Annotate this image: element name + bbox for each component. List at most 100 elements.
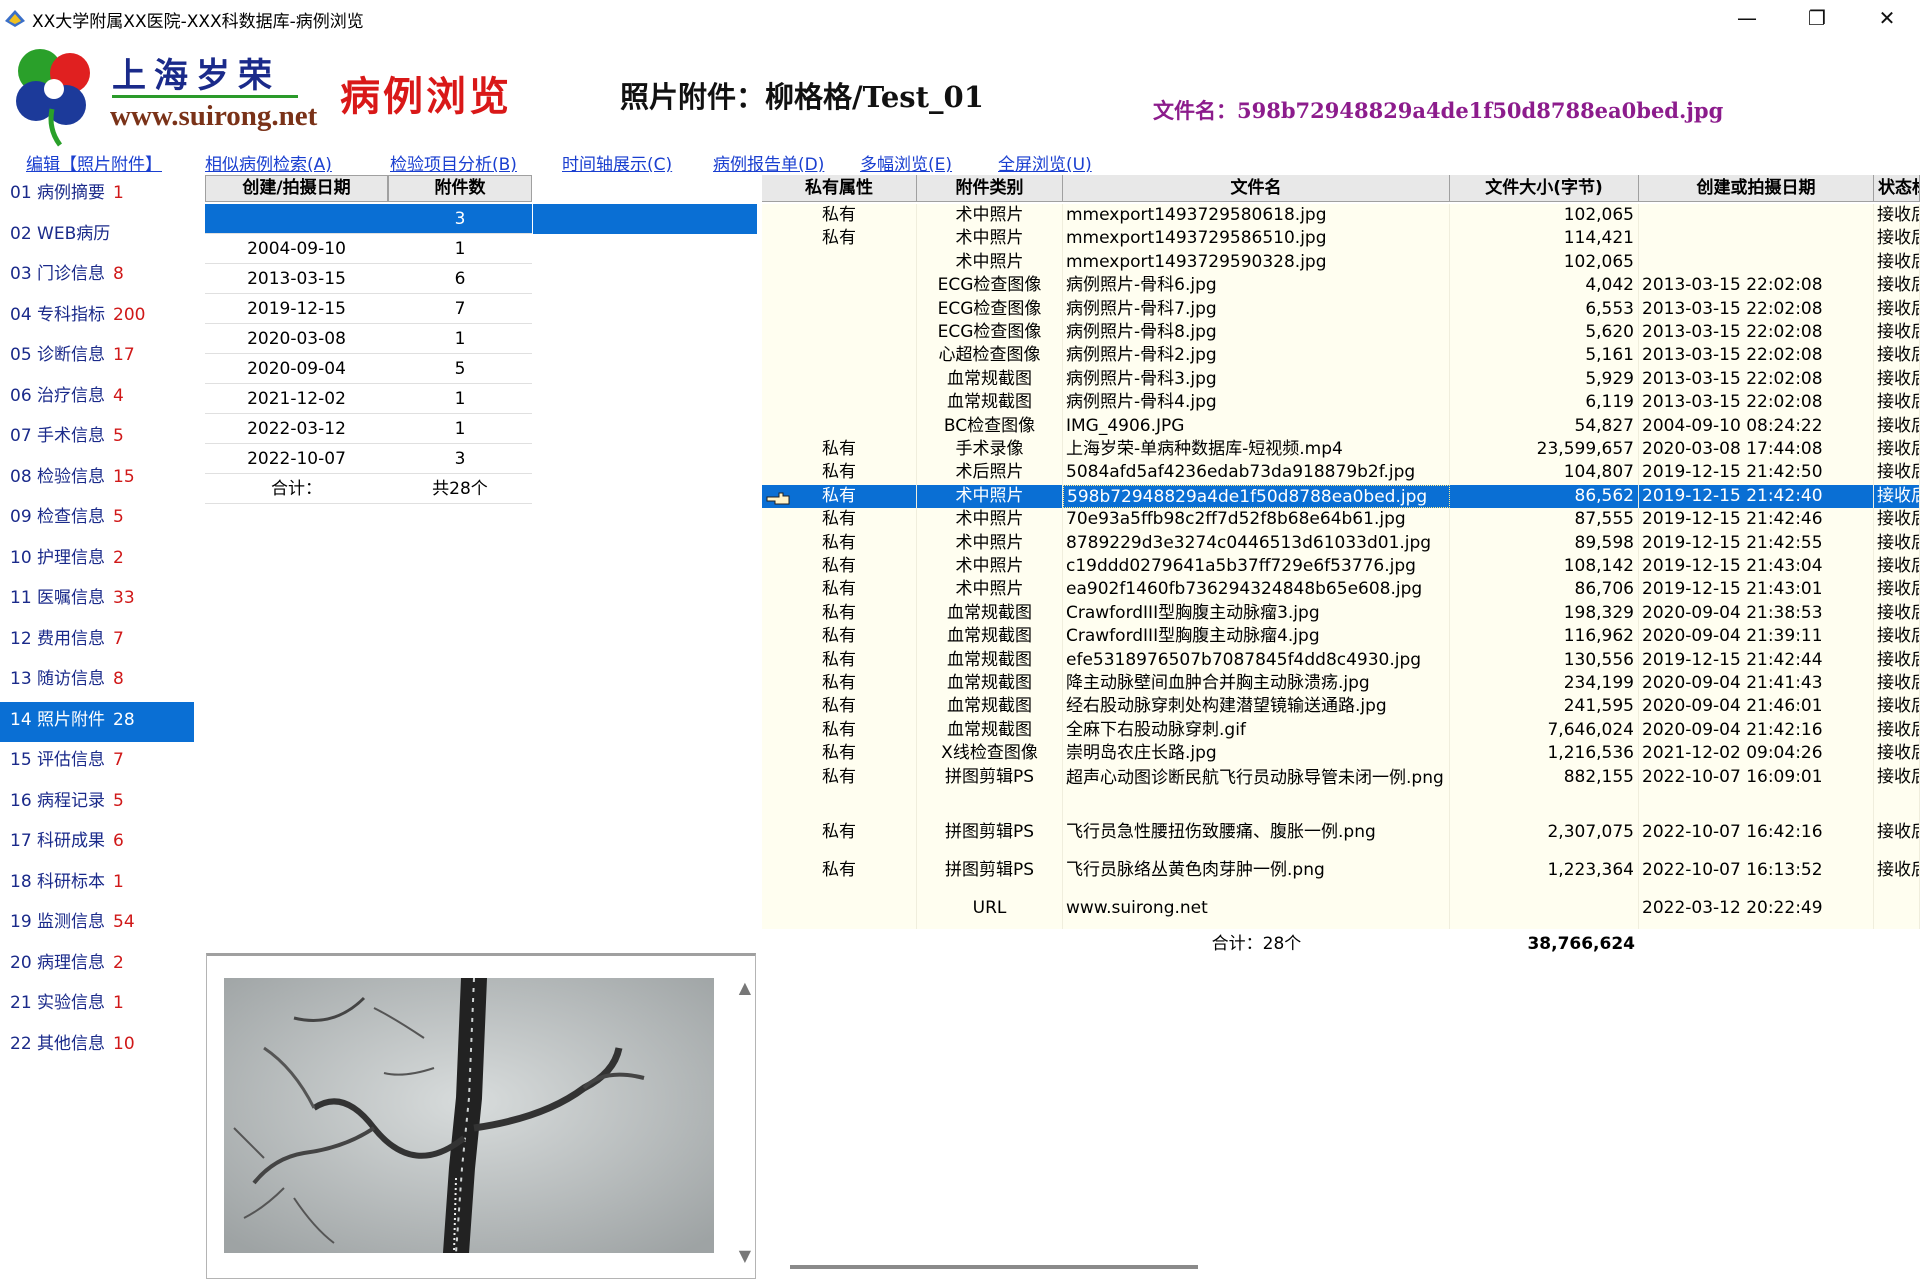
type-cell: ECG检查图像 (917, 274, 1063, 298)
sidebar-item[interactable]: 14 照片附件 28 (0, 701, 194, 742)
private-cell: 私有 (762, 578, 917, 602)
table-row[interactable]: 私有 术中照片 ea902f1460fb736294324848b65e608.jp… (762, 578, 1920, 602)
sidebar-item[interactable]: 12 费用信息 7 (0, 621, 194, 661)
column-header-type[interactable]: 附件类别 (917, 175, 1063, 202)
sidebar-item[interactable]: 18 科研标本 1 (0, 864, 194, 904)
table-row[interactable]: BC检查图像 IMG_4906.JPG 54,827 2004-09-10 08:24… (762, 414, 1920, 438)
sidebar-item[interactable]: 16 病程记录 5 (0, 783, 194, 823)
table-row[interactable]: 2013-03-15 6 (205, 264, 532, 294)
sidebar-item[interactable]: 20 病理信息 2 (0, 945, 194, 985)
date-cell: 2013-03-15 22:02:08 (1639, 391, 1874, 415)
table-row[interactable]: 2019-12-15 7 (205, 294, 532, 324)
maximize-button[interactable]: ❐ (1782, 0, 1852, 36)
filename-cell: 病例照片-骨科3.jpg (1063, 367, 1450, 392)
sidebar-item[interactable]: 21 实验信息 1 (0, 985, 194, 1025)
menu-multi-view[interactable]: 多幅浏览(E) (860, 150, 952, 175)
menu-similar-case-search[interactable]: 相似病例检索(A) (205, 150, 332, 175)
table-row[interactable]: 私有 术中照片 8789229d3e3274c0446513d61033d01.jp… (762, 531, 1920, 555)
table-row[interactable]: 2021-12-02 1 (205, 384, 532, 414)
table-row[interactable]: 2020-03-08 1 (205, 324, 532, 354)
sidebar-item[interactable]: 13 随访信息 8 (0, 661, 194, 701)
table-row[interactable]: 3 (205, 204, 532, 234)
table-row[interactable]: 私有 血常规截图 CrawfordIII型胸腹主动脉瘤3.jpg 198,329 202… (762, 601, 1920, 626)
title-bar: XX大学附属XX医院-XXX科数据库-病例浏览 — ❐ ✕ (0, 0, 1920, 36)
status-cell (1874, 896, 1920, 929)
table-row[interactable]: 私有 拼图剪辑PS 飞行员急性腰扭伤致腰痛、腹胀一例.png 2,307,075 202… (762, 820, 1920, 859)
private-cell (762, 250, 917, 275)
menu-case-report[interactable]: 病例报告单(D) (713, 150, 824, 175)
sidebar-item-count: 15 (113, 466, 135, 487)
column-header-status[interactable]: 状态标 (1874, 175, 1920, 202)
table-row[interactable]: 血常规截图 病例照片-骨科3.jpg 5,929 2013-03-15 22:02:0… (762, 367, 1920, 392)
horizontal-scrollbar[interactable] (790, 1265, 1198, 1269)
table-row[interactable]: 术中照片mmexport1493729590328.jpg102,065 接收后 (762, 250, 1920, 275)
private-cell: 私有 (762, 820, 917, 859)
table-row[interactable]: ECG检查图像 病例照片-骨科6.jpg 4,042 2013-03-15 22:02… (762, 274, 1920, 298)
sidebar-item[interactable]: 08 检验信息 15 (0, 459, 194, 499)
table-row[interactable]: URL www.suirong.net 2022-03-12 20:22:49 (762, 896, 1920, 929)
table-row[interactable]: 私有 拼图剪辑PS 超声心动图诊断民航飞行员动脉导管未闭一例.png 882,155 2… (762, 765, 1920, 821)
table-row[interactable]: 私有 X线检查图像 崇明岛农庄长路.jpg 1,216,536 2021-12-02 0… (762, 742, 1920, 766)
sidebar-item[interactable]: 02 WEB病历 (0, 216, 194, 256)
sidebar-item[interactable]: 09 检查信息 5 (0, 499, 194, 539)
sidebar-item-label: 18 科研标本 (10, 871, 106, 892)
table-row[interactable]: 2022-03-12 1 (205, 414, 532, 444)
sidebar-item[interactable]: 04 专科指标 200 (0, 297, 194, 337)
page-title: 病例浏览 (340, 73, 512, 120)
sidebar-item[interactable]: 15 评估信息 7 (0, 742, 194, 782)
table-row[interactable]: 私有 术中照片 mmexport1493729580618.jpg 102,065 接收… (762, 204, 1920, 228)
table-row[interactable]: ECG检查图像 病例照片-骨科8.jpg 5,620 2013-03-15 22:02… (762, 321, 1920, 345)
sidebar-item[interactable]: 11 医嘱信息 33 (0, 580, 194, 620)
column-header-date[interactable]: 创建或拍摄日期 (1639, 175, 1874, 202)
date-cell: 2013-03-15 22:02:08 (1639, 297, 1874, 321)
column-header-count[interactable]: 附件数 (388, 175, 532, 202)
angiography-image[interactable] (224, 978, 714, 1253)
close-button[interactable]: ✕ (1852, 0, 1920, 36)
sidebar-item-count: 10 (113, 1033, 135, 1054)
date-cell: 2022-10-07 16:09:01 (1639, 765, 1874, 821)
table-row[interactable]: ECG检查图像 病例照片-骨科7.jpg 6,553 2013-03-15 22:02… (762, 297, 1920, 321)
column-header-filesize[interactable]: 文件大小(字节) (1450, 175, 1639, 202)
table-row[interactable]: 私有 术中照片 70e93a5ffb98c2ff7d52f8b68e64b61.jp… (762, 508, 1920, 532)
menu-fullscreen-view[interactable]: 全屏浏览(U) (998, 150, 1092, 175)
column-header-private[interactable]: 私有属性 (762, 175, 917, 202)
table-row[interactable]: 2022-10-07 3 (205, 444, 532, 474)
column-header-date[interactable]: 创建/拍摄日期 (205, 175, 388, 202)
table-row[interactable]: 私有 血常规截图 CrawfordIII型胸腹主动脉瘤4.jpg 116,962 202… (762, 625, 1920, 649)
table-row[interactable]: 私有 手术录像 上海岁荣-单病种数据库-短视频.mp4 23,599,657 2020-… (762, 438, 1920, 462)
sidebar-item[interactable]: 10 护理信息 2 (0, 540, 194, 580)
column-header-filename[interactable]: 文件名 (1063, 175, 1450, 202)
count-cell: 3 (388, 444, 532, 474)
table-row[interactable]: 私有 血常规截图 经右股动脉穿刺处构建潜望镜输送通路.jpg 241,595 2020-… (762, 695, 1920, 719)
type-cell: 心超检查图像 (917, 344, 1063, 368)
filename-cell: 全麻下右股动脉穿刺.gif (1063, 718, 1450, 743)
sidebar-item[interactable]: 01 病例摘要 1 (0, 175, 194, 215)
table-row[interactable]: 私有 术中照片 598b72948829a4de1f50d8788ea0bed.jp… (762, 484, 1920, 509)
sidebar-item[interactable]: 03 门诊信息 8 (0, 256, 194, 296)
status-cell: 接收后 (1874, 297, 1920, 321)
table-row[interactable]: 心超检查图像 病例照片-骨科2.jpg 5,161 2013-03-15 22:02:… (762, 344, 1920, 368)
minimize-button[interactable]: — (1712, 0, 1782, 36)
menu-edit-photo-attachment[interactable]: 编辑【照片附件】 (26, 150, 162, 175)
table-row[interactable]: 私有 术中照片 c19ddd0279641a5b37ff729e6f53776.jp… (762, 555, 1920, 579)
sidebar-item[interactable]: 05 诊断信息 17 (0, 337, 194, 377)
status-cell: 接收后 (1874, 765, 1920, 821)
sidebar-item[interactable]: 17 科研成果 6 (0, 823, 194, 863)
table-row[interactable]: 血常规截图 病例照片-骨科4.jpg 6,119 2013-03-15 22:02:0… (762, 391, 1920, 415)
table-row[interactable]: 私有 血常规截图 降主动脉壁间血肿合并胸主动脉溃疡.jpg 234,199 2020-0… (762, 672, 1920, 696)
table-row[interactable]: 私有 拼图剪辑PS 飞行员脉络丛黄色肉芽肿一例.png 1,223,364 2022-1… (762, 858, 1920, 897)
sidebar-item[interactable]: 07 手术信息 5 (0, 418, 194, 458)
scroll-up-icon[interactable]: ▲ (739, 978, 751, 997)
menu-timeline-view[interactable]: 时间轴展示(C) (562, 150, 672, 175)
table-row[interactable]: 私有 术后照片 5084afd5af4236edab73da918879b2f.jp… (762, 461, 1920, 485)
menu-lab-item-analysis[interactable]: 检验项目分析(B) (390, 150, 517, 175)
table-row[interactable]: 私有 术中照片 mmexport1493729586510.jpg 114,421 接收… (762, 227, 1920, 251)
table-row[interactable]: 私有 血常规截图 efe5318976507b7087845f4dd8c4930.j… (762, 648, 1920, 672)
table-row[interactable]: 私有 血常规截图 全麻下右股动脉穿刺.gif 7,646,024 2020-09-04 … (762, 718, 1920, 743)
sidebar-item[interactable]: 22 其他信息 10 (0, 1026, 194, 1066)
sidebar-item[interactable]: 19 监测信息 54 (0, 904, 194, 944)
table-row[interactable]: 2004-09-10 1 (205, 234, 532, 264)
scroll-down-icon[interactable]: ▼ (739, 1246, 751, 1265)
table-row[interactable]: 2020-09-04 5 (205, 354, 532, 384)
sidebar-item[interactable]: 06 治疗信息 4 (0, 378, 194, 418)
